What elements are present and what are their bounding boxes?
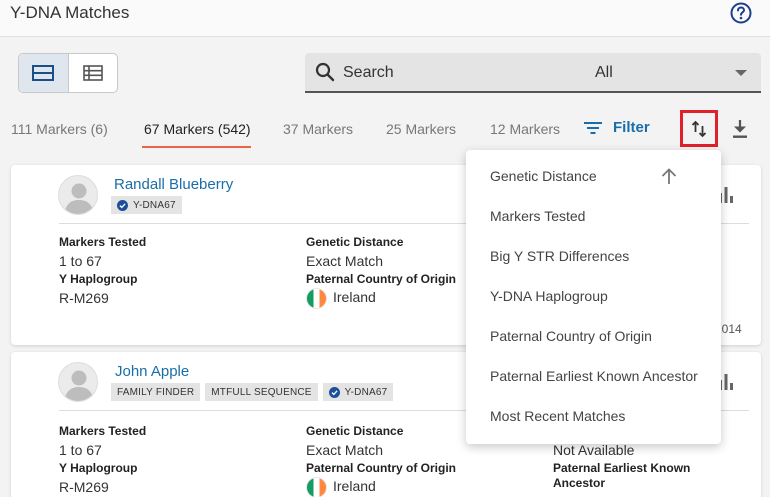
genetic-distance-value: Exact Match <box>306 253 384 269</box>
page-title: Y-DNA Matches <box>10 3 130 22</box>
badge-label: MTFULL SEQUENCE <box>211 386 312 398</box>
badge-list: Y-DNA67 <box>111 196 182 214</box>
haplogroup-label: Y Haplogroup <box>59 272 138 286</box>
markers-tested-label: Markers Tested <box>59 424 147 438</box>
match-name-link[interactable]: Randall Blueberry <box>114 176 233 193</box>
genetic-distance-label: Genetic Distance <box>306 424 404 438</box>
download-icon[interactable] <box>731 119 749 139</box>
markers-tested-value: 1 to 67 <box>59 442 102 458</box>
filter-button[interactable]: Filter <box>583 119 650 136</box>
help-icon[interactable] <box>730 2 752 24</box>
extra-field-value: Not Available <box>553 442 635 458</box>
arrow-up-icon[interactable] <box>660 167 678 185</box>
sort-option-recent[interactable]: Most Recent Matches <box>490 408 625 424</box>
tab-25-markers[interactable]: 25 Markers <box>386 121 456 137</box>
badge: Y-DNA67 <box>322 383 394 401</box>
sort-option-country[interactable]: Paternal Country of Origin <box>490 328 652 344</box>
sort-option-big-y-str[interactable]: Big Y STR Differences <box>490 248 629 264</box>
sort-option-haplogroup[interactable]: Y-DNA Haplogroup <box>490 288 608 304</box>
haplogroup-value: R-M269 <box>59 290 109 306</box>
country-name: Ireland <box>333 289 376 306</box>
sort-menu: Genetic Distance Markers Tested Big Y ST… <box>466 150 721 444</box>
person-icon <box>64 370 94 401</box>
ancestor-label-continued: Ancestor <box>553 476 606 490</box>
sort-option-genetic-distance[interactable]: Genetic Distance <box>490 168 597 184</box>
badge: FAMILY FINDER <box>111 383 201 401</box>
badge-label: FAMILY FINDER <box>117 386 195 398</box>
avatar <box>58 175 98 215</box>
haplogroup-label: Y Haplogroup <box>59 461 138 475</box>
search-input[interactable] <box>343 61 563 85</box>
top-bar: Y-DNA Matches <box>0 0 770 37</box>
card-view-button[interactable] <box>19 54 69 92</box>
search-box: All <box>305 53 761 93</box>
badge-list: FAMILY FINDER MTFULL SEQUENCE Y-DNA67 <box>111 383 394 401</box>
genetic-distance-label: Genetic Distance <box>306 235 404 249</box>
filter-label: Filter <box>613 119 650 136</box>
tab-111-markers[interactable]: 111 Markers (6) <box>11 121 108 137</box>
country-label: Paternal Country of Origin <box>306 461 457 475</box>
tab-12-markers[interactable]: 12 Markers <box>490 121 560 137</box>
country-name: Ireland <box>333 478 376 495</box>
markers-tested-label: Markers Tested <box>59 235 147 249</box>
badge: MTFULL SEQUENCE <box>205 383 318 401</box>
active-tab-indicator <box>142 146 251 148</box>
sort-option-ancestor[interactable]: Paternal Earliest Known Ancestor <box>490 368 698 384</box>
country-label: Paternal Country of Origin <box>306 272 457 286</box>
ireland-flag-icon <box>306 288 327 309</box>
match-name-link[interactable]: John Apple <box>115 363 189 380</box>
view-toggle <box>18 53 118 93</box>
badge-label: Y-DNA67 <box>133 199 176 211</box>
badge-label: Y-DNA67 <box>344 386 388 398</box>
haplogroup-value: R-M269 <box>59 479 109 495</box>
list-view-icon <box>82 65 103 81</box>
badge: Y-DNA67 <box>111 196 182 214</box>
ireland-flag-icon <box>306 477 327 497</box>
list-view-button[interactable] <box>69 54 118 92</box>
sort-option-markers-tested[interactable]: Markers Tested <box>490 208 585 224</box>
country-value: Ireland <box>306 288 376 309</box>
tab-37-markers[interactable]: 37 Markers <box>283 121 353 137</box>
country-value: Ireland <box>306 477 376 497</box>
card-view-icon <box>32 65 55 81</box>
sort-button[interactable] <box>680 110 718 147</box>
sort-icon <box>691 120 707 137</box>
search-scope-select[interactable]: All <box>595 64 613 82</box>
avatar <box>58 362 98 402</box>
markers-tested-value: 1 to 67 <box>59 253 102 269</box>
check-circle-icon <box>117 199 128 211</box>
chevron-down-icon[interactable] <box>735 70 747 76</box>
tab-67-markers[interactable]: 67 Markers (542) <box>144 121 251 137</box>
filter-icon <box>584 121 602 134</box>
person-icon <box>64 183 94 214</box>
search-icon <box>315 62 335 82</box>
genetic-distance-value: Exact Match <box>306 442 384 458</box>
check-circle-icon <box>328 386 340 398</box>
ancestor-label: Paternal Earliest Known <box>553 461 691 475</box>
